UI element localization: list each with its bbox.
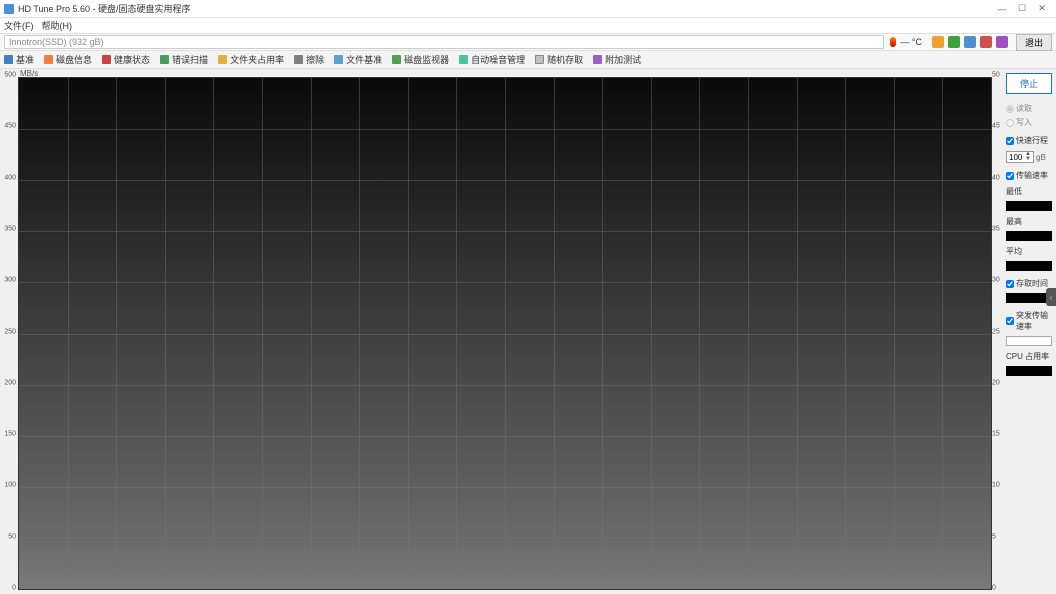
y-left-tick: 100: [4, 482, 16, 489]
ico-health-icon: [102, 55, 111, 64]
app-icon: [4, 4, 14, 14]
copy-info-icon[interactable]: [964, 36, 976, 48]
options-icon[interactable]: [980, 36, 992, 48]
y-right-tick: 45: [992, 123, 1000, 130]
copy-screenshot-icon[interactable]: [932, 36, 944, 48]
short-stroke-unit: gB: [1036, 153, 1046, 162]
exit-button[interactable]: 退出: [1016, 34, 1052, 51]
y-left-tick: 250: [4, 328, 16, 335]
close-button[interactable]: ✕: [1032, 2, 1052, 16]
tab-label: 擦除: [306, 53, 324, 66]
y-right-tick: 25: [992, 328, 1000, 335]
access-time-check[interactable]: 存取时间: [1006, 278, 1052, 289]
tab-9[interactable]: 随机存取: [535, 53, 583, 66]
y-right-tick: 40: [992, 174, 1000, 181]
avg-label: 平均: [1006, 246, 1052, 257]
y-left-tick: 500: [4, 72, 16, 79]
menu-file[interactable]: 文件(F): [4, 19, 34, 32]
tab-7[interactable]: 磁盘监视器: [392, 53, 449, 66]
short-stroke-value[interactable]: 100 ▲▼: [1006, 151, 1034, 163]
ico-fileb-icon: [334, 55, 343, 64]
tab-label: 附加测试: [605, 53, 641, 66]
y-right-tick: 30: [992, 277, 1000, 284]
ico-scan-icon: [160, 55, 169, 64]
stop-button[interactable]: 停止: [1006, 73, 1052, 94]
tab-label: 随机存取: [547, 53, 583, 66]
tab-10[interactable]: 附加测试: [593, 53, 641, 66]
thermometer-icon: [890, 37, 896, 47]
tab-label: 文件夹占用率: [230, 53, 284, 66]
cpu-label: CPU 占用率: [1006, 351, 1052, 362]
short-stroke-check[interactable]: 快速行程: [1006, 135, 1052, 146]
y-left-tick: 150: [4, 431, 16, 438]
y-axis-right: 50454035302520151050: [992, 75, 1004, 588]
tab-3[interactable]: 错误扫描: [160, 53, 208, 66]
y-left-tick: 350: [4, 225, 16, 232]
tab-label: 磁盘信息: [56, 53, 92, 66]
y-right-tick: 50: [992, 72, 1000, 79]
save-log-icon[interactable]: [996, 36, 1008, 48]
radio-read[interactable]: 读取: [1006, 103, 1052, 114]
tab-8[interactable]: 自动噪音管理: [459, 53, 525, 66]
menu-help[interactable]: 帮助(H): [42, 19, 73, 32]
tab-label: 错误扫描: [172, 53, 208, 66]
min-label: 最低: [1006, 186, 1052, 197]
save-screenshot-icon[interactable]: [948, 36, 960, 48]
side-drawer-tab[interactable]: ‹: [1046, 288, 1056, 306]
ico-extra-icon: [593, 55, 602, 64]
y-left-tick: 400: [4, 174, 16, 181]
cpu-value: [1006, 366, 1052, 376]
ico-folder-icon: [218, 55, 227, 64]
y-left-tick: 200: [4, 379, 16, 386]
temperature-value: — °C: [900, 37, 922, 47]
tab-0[interactable]: 基准: [4, 53, 34, 66]
y-right-tick: 15: [992, 431, 1000, 438]
ico-aam-icon: [459, 55, 468, 64]
drive-select[interactable]: Innotron(SSD) (932 gB): [4, 35, 884, 49]
tab-5[interactable]: 擦除: [294, 53, 324, 66]
y-right-tick: 20: [992, 379, 1000, 386]
radio-write[interactable]: 写入: [1006, 117, 1052, 128]
ico-erase-icon: [294, 55, 303, 64]
burst-rate-check[interactable]: 突发传输速率: [1006, 310, 1052, 332]
transfer-rate-check[interactable]: 传输速率: [1006, 170, 1052, 181]
tab-1[interactable]: 磁盘信息: [44, 53, 92, 66]
ico-info-icon: [44, 55, 53, 64]
tab-6[interactable]: 文件基准: [334, 53, 382, 66]
min-value: [1006, 201, 1052, 211]
y-left-tick: 450: [4, 123, 16, 130]
max-value: [1006, 231, 1052, 241]
y-left-tick: 50: [8, 533, 16, 540]
y-left-tick: 300: [4, 277, 16, 284]
window-title: HD Tune Pro 5.60 - 硬盘/固态硬盘实用程序: [18, 2, 992, 15]
y-right-tick: 0: [992, 585, 996, 592]
minimize-button[interactable]: —: [992, 2, 1012, 16]
maximize-button[interactable]: ☐: [1012, 2, 1032, 16]
max-label: 最高: [1006, 216, 1052, 227]
drive-select-value: Innotron(SSD) (932 gB): [9, 37, 104, 47]
benchmark-chart: [18, 77, 992, 590]
spinner-arrows-icon[interactable]: ▲▼: [1025, 152, 1031, 162]
ico-random-icon: [535, 55, 544, 64]
tab-label: 健康状态: [114, 53, 150, 66]
avg-value: [1006, 261, 1052, 271]
ico-bench-icon: [4, 55, 13, 64]
tab-label: 基准: [16, 53, 34, 66]
y-left-tick: 0: [12, 585, 16, 592]
tab-label: 文件基准: [346, 53, 382, 66]
y-axis-left: 500450400350300250200150100500: [2, 75, 16, 588]
tab-label: 自动噪音管理: [471, 53, 525, 66]
y-right-tick: 10: [992, 482, 1000, 489]
tab-4[interactable]: 文件夹占用率: [218, 53, 284, 66]
ico-monitor-icon: [392, 55, 401, 64]
tab-label: 磁盘监视器: [404, 53, 449, 66]
y-right-tick: 35: [992, 225, 1000, 232]
burst-rate-value: [1006, 336, 1052, 346]
tab-2[interactable]: 健康状态: [102, 53, 150, 66]
y-right-tick: 5: [992, 533, 996, 540]
